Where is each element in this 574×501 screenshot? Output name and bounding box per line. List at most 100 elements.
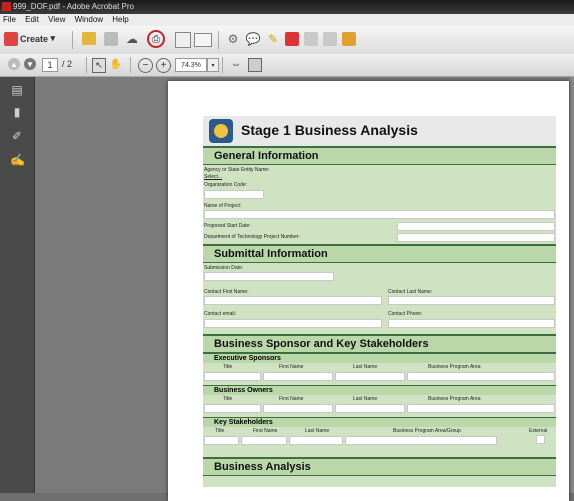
doit-project-number-field[interactable]: [397, 233, 555, 242]
business-analysis-title: Business Analysis: [203, 457, 556, 476]
contact-email-field[interactable]: [204, 319, 382, 328]
menu-window[interactable]: Window: [75, 15, 103, 24]
agency-label: Agency or State Entity Name:: [204, 167, 270, 173]
save-icon[interactable]: [104, 32, 118, 46]
contact-email-label: Contact email:: [204, 311, 236, 317]
key-col-last-name: Last Name: [305, 428, 330, 434]
upload-icon[interactable]: ☁: [124, 32, 140, 46]
main-toolbar: Create ▾ ☁ ⎙ ⚙ 💬 ✎: [0, 26, 574, 55]
exec-col-first-name: First Name: [279, 364, 304, 370]
combine-icon[interactable]: [304, 32, 318, 46]
business-analysis-section: Business Analysis: [203, 457, 556, 487]
project-name-field[interactable]: [204, 210, 555, 219]
form-header: Stage 1 Business Analysis: [203, 116, 556, 146]
signatures-icon[interactable]: ✍: [10, 153, 25, 167]
export-icon[interactable]: [323, 32, 337, 46]
zoom-level-input[interactable]: 74.3%: [175, 58, 207, 72]
exec-last-name-field[interactable]: [335, 372, 405, 381]
state-seal-logo: [209, 119, 233, 143]
fit-width-icon[interactable]: ⇔: [230, 58, 242, 71]
key-col-first-name: First Name: [253, 428, 278, 434]
zoom-dropdown-icon[interactable]: ▾: [207, 58, 219, 72]
key-col-program-area: Business Program Area/Group: [393, 428, 461, 434]
key-program-area-field[interactable]: [345, 436, 497, 445]
contact-first-name-field[interactable]: [204, 296, 382, 305]
submission-date-field[interactable]: [204, 272, 334, 281]
organization-code-field[interactable]: [204, 190, 264, 199]
stamp-icon[interactable]: ✎: [266, 32, 280, 46]
window-title: 999_DOF.pdf - Adobe Acrobat Pro: [13, 2, 134, 11]
start-date-field[interactable]: [397, 222, 555, 231]
contact-phone-label: Contact Phone:: [388, 311, 423, 317]
bookmarks-icon[interactable]: ▮: [10, 105, 24, 119]
form-title: Stage 1 Business Analysis: [241, 122, 418, 138]
menu-view[interactable]: View: [48, 15, 65, 24]
vertical-scrollbar[interactable]: [570, 77, 574, 493]
owner-program-area-field[interactable]: [407, 404, 555, 413]
owner-last-name-field[interactable]: [335, 404, 405, 413]
previous-page-icon[interactable]: ▲: [8, 58, 20, 70]
open-icon[interactable]: [82, 32, 96, 45]
general-information-title: General Information: [203, 146, 556, 165]
select-tool-icon[interactable]: ↖: [92, 58, 106, 73]
comment-icon[interactable]: 💬: [246, 32, 261, 46]
organization-code-label: Organization Code:: [204, 182, 248, 188]
contact-last-name-field[interactable]: [388, 296, 555, 305]
owner-col-first-name: First Name: [279, 396, 304, 402]
page-number-value: 1: [47, 60, 53, 70]
exec-title-field[interactable]: [204, 372, 261, 381]
zoom-in-icon[interactable]: +: [156, 58, 171, 73]
business-owners-title: Business Owners: [203, 385, 556, 395]
navigation-pane: ▤ ▮ ✐ ✍: [0, 77, 35, 493]
email-icon[interactable]: [194, 33, 212, 47]
settings-doc-icon[interactable]: [175, 32, 191, 48]
gear-icon[interactable]: ⚙: [226, 32, 240, 46]
key-last-name-field[interactable]: [289, 436, 343, 445]
hand-tool-icon[interactable]: ✋: [110, 58, 122, 71]
start-date-label: Proposed Start Date:: [204, 223, 251, 229]
owner-title-field[interactable]: [204, 404, 261, 413]
full-screen-icon[interactable]: [248, 58, 262, 72]
sign-icon[interactable]: [342, 32, 356, 46]
menu-bar: File Edit View Window Help: [0, 14, 574, 26]
title-bar: 999_DOF.pdf - Adobe Acrobat Pro: [0, 0, 574, 14]
exec-col-program-area: Business Program Area: [428, 364, 481, 370]
page-total: / 2: [62, 59, 73, 69]
exec-col-last-name: Last Name: [353, 364, 378, 370]
print-icon[interactable]: ⎙: [147, 30, 165, 48]
executive-sponsors-title: Executive Sponsors: [203, 353, 556, 363]
key-first-name-field[interactable]: [241, 436, 287, 445]
menu-file[interactable]: File: [3, 15, 16, 24]
owner-col-last-name: Last Name: [353, 396, 378, 402]
owner-col-program-area: Business Program Area: [428, 396, 481, 402]
attachments-icon[interactable]: ✐: [10, 129, 24, 143]
exec-program-area-field[interactable]: [407, 372, 555, 381]
navigation-toolbar: ▲ ▼ 1 / 2 ↖ ✋ − + 74.3% ▾ ⇔: [0, 54, 574, 77]
contact-first-name-label: Contact First Name:: [204, 289, 249, 295]
key-title-field[interactable]: [204, 436, 239, 445]
create-button[interactable]: Create ▾: [20, 33, 55, 44]
form: Stage 1 Business Analysis General Inform…: [203, 116, 556, 487]
owner-first-name-field[interactable]: [263, 404, 333, 413]
exec-first-name-field[interactable]: [263, 372, 333, 381]
pdf-page: Stage 1 Business Analysis General Inform…: [168, 81, 569, 501]
key-col-external: External: [529, 428, 548, 434]
exec-col-title: Title: [223, 364, 233, 370]
page-number-input[interactable]: 1: [42, 58, 58, 72]
menu-edit[interactable]: Edit: [25, 15, 39, 24]
pdf-icon[interactable]: [285, 32, 299, 46]
key-external-checkbox[interactable]: [536, 435, 545, 444]
project-name-label: Name of Project:: [204, 203, 242, 209]
contact-phone-field[interactable]: [388, 319, 555, 328]
key-stakeholders-title: Key Stakeholders: [203, 417, 556, 427]
create-label: Create: [20, 33, 49, 44]
zoom-out-icon[interactable]: −: [138, 58, 153, 73]
menu-help[interactable]: Help: [112, 15, 128, 24]
next-page-icon[interactable]: ▼: [24, 58, 36, 70]
business-sponsor-title: Business Sponsor and Key Stakeholders: [203, 334, 556, 353]
business-sponsor-section: Business Sponsor and Key Stakeholders Ex…: [203, 334, 556, 457]
agency-select[interactable]: Select...: [204, 174, 222, 180]
contact-last-name-label: Contact Last Name:: [388, 289, 433, 295]
key-col-title: Title: [215, 428, 225, 434]
page-thumbnails-icon[interactable]: ▤: [10, 83, 24, 97]
